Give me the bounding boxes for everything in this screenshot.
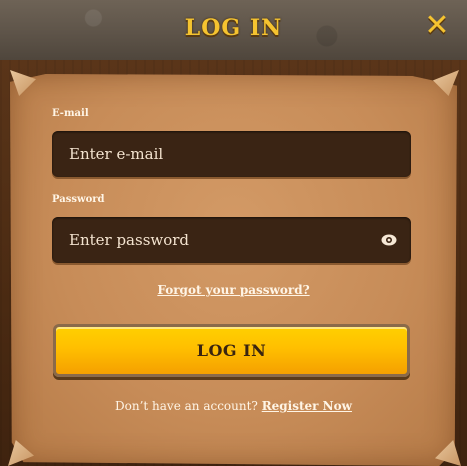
email-label: E-mail [52, 108, 89, 119]
password-field-container [52, 217, 411, 263]
register-line: Don’t have an account? Register Now [0, 399, 467, 413]
register-prompt: Don’t have an account? [115, 399, 258, 413]
eye-icon[interactable] [381, 232, 397, 248]
login-button[interactable]: LOG IN [53, 324, 410, 377]
email-input[interactable] [52, 131, 411, 177]
close-icon[interactable]: ✕ [423, 11, 451, 41]
email-field-container [52, 131, 411, 177]
password-input[interactable] [52, 217, 411, 263]
forgot-password-link[interactable]: Forgot your password? [0, 283, 467, 297]
dialog-header: LOG IN ✕ [0, 0, 467, 62]
password-label: Password [52, 194, 105, 205]
register-link[interactable]: Register Now [262, 399, 352, 413]
dialog-title: LOG IN [184, 15, 283, 41]
